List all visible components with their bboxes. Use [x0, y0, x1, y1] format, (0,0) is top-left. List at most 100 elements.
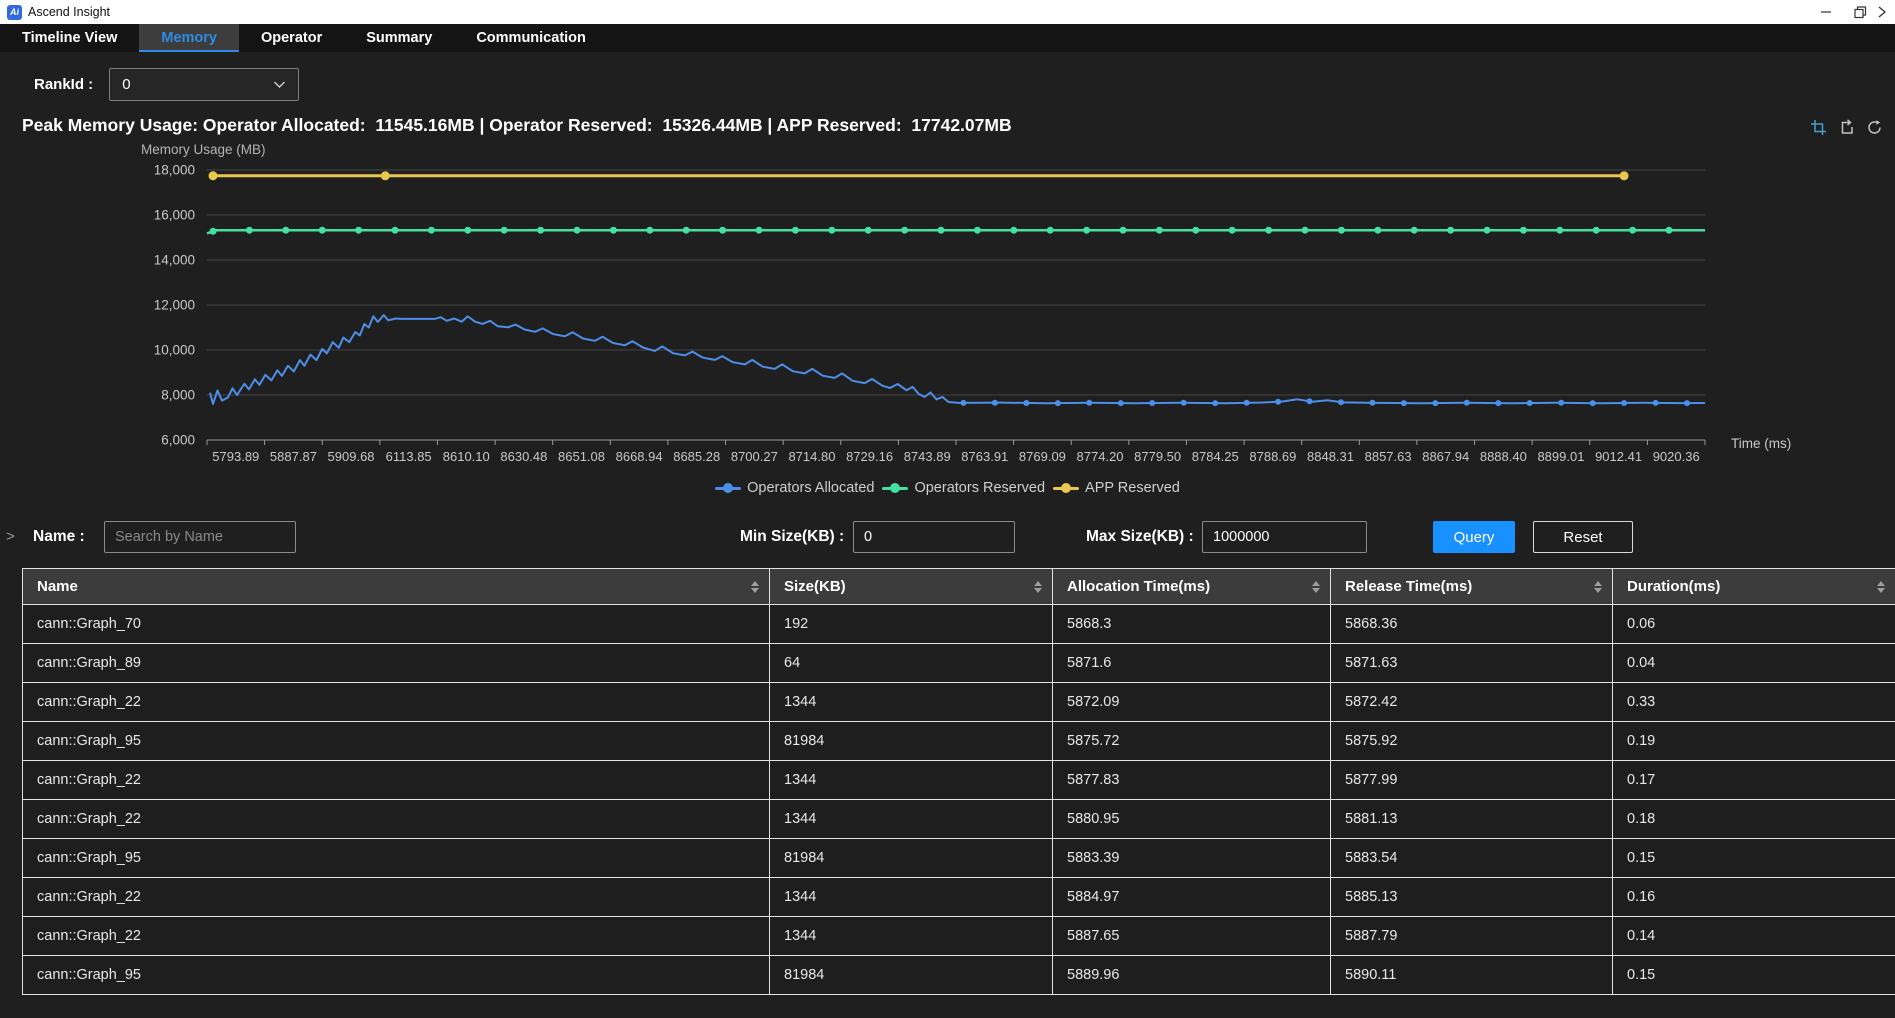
svg-text:12,000: 12,000 [154, 298, 195, 313]
svg-text:8763.91: 8763.91 [961, 449, 1008, 464]
legend-app-reserved[interactable]: APP Reserved [1053, 480, 1180, 496]
table-cell: cann::Graph_70 [22, 604, 770, 644]
sort-icon[interactable] [751, 580, 759, 593]
min-size-input[interactable] [853, 521, 1015, 553]
name-search-input[interactable] [104, 521, 296, 553]
memory-usage-chart-svg: 6,000 8,000 10,000 12,000 14,000 16,000 18,000… [141, 142, 1791, 464]
svg-text:8788.69: 8788.69 [1249, 449, 1296, 464]
legend-marker-allocated [715, 483, 742, 493]
tab-operator[interactable]: Operator [239, 24, 344, 52]
legend-operators-allocated[interactable]: Operators Allocated [715, 480, 874, 496]
svg-text:8,000: 8,000 [161, 388, 195, 403]
name-filter-label: Name : [33, 528, 85, 545]
zoom-back-icon[interactable] [1837, 118, 1855, 136]
svg-text:8867.94: 8867.94 [1422, 449, 1469, 464]
table-row: cann::Graph_89 64 5871.6 5871.63 0.04 [22, 643, 1895, 683]
table-cell: 64 [769, 643, 1053, 683]
column-header-allocation-time[interactable]: Allocation Time(ms) [1052, 568, 1331, 605]
table-cell: 1344 [769, 877, 1053, 917]
table-cell: 0.18 [1612, 799, 1895, 839]
tab-summary[interactable]: Summary [344, 24, 454, 52]
svg-text:14,000: 14,000 [154, 253, 195, 268]
svg-text:8610.10: 8610.10 [443, 449, 490, 464]
column-header-size[interactable]: Size(KB) [769, 568, 1053, 605]
memory-table: Name Size(KB) Allocation Time(ms) Releas… [22, 568, 1895, 995]
table-cell: 5871.63 [1330, 643, 1613, 683]
svg-text:8714.80: 8714.80 [788, 449, 835, 464]
table-cell: 5887.65 [1052, 916, 1331, 956]
column-header-name[interactable]: Name [22, 568, 770, 605]
svg-text:6,000: 6,000 [161, 433, 195, 448]
svg-text:5887.87: 5887.87 [270, 449, 317, 464]
svg-text:8685.28: 8685.28 [673, 449, 720, 464]
zoom-select-icon[interactable] [1809, 118, 1827, 136]
legend-label-app: APP Reserved [1085, 480, 1180, 496]
table-cell: 81984 [769, 721, 1053, 761]
table-cell: cann::Graph_95 [22, 721, 770, 761]
svg-text:8848.31: 8848.31 [1307, 449, 1354, 464]
tab-timeline-view[interactable]: Timeline View [0, 24, 139, 52]
svg-text:8700.27: 8700.27 [731, 449, 778, 464]
app-window: Ai Ascend Insight Timeline View Memory O… [0, 0, 1895, 1018]
tab-communication[interactable]: Communication [454, 24, 608, 52]
table-cell: cann::Graph_22 [22, 877, 770, 917]
column-header-duration[interactable]: Duration(ms) [1612, 568, 1895, 605]
close-button[interactable] [1877, 0, 1895, 24]
legend-marker-reserved [882, 483, 909, 493]
restore-icon[interactable] [1865, 118, 1883, 136]
table-cell: 81984 [769, 955, 1053, 995]
sort-icon[interactable] [1034, 580, 1042, 593]
table-row: cann::Graph_22 1344 5872.09 5872.42 0.33 [22, 682, 1895, 722]
minimize-icon [1821, 11, 1831, 13]
table-cell: 1344 [769, 916, 1053, 956]
svg-text:Memory Usage (MB): Memory Usage (MB) [141, 142, 266, 157]
svg-text:18,000: 18,000 [154, 163, 195, 178]
svg-text:6113.85: 6113.85 [386, 449, 432, 464]
table-row: cann::Graph_95 81984 5883.39 5883.54 0.15 [22, 838, 1895, 878]
svg-text:8784.25: 8784.25 [1192, 449, 1239, 464]
table-cell: 5881.13 [1330, 799, 1613, 839]
table-row: cann::Graph_95 81984 5875.72 5875.92 0.19 [22, 721, 1895, 761]
peak-memory-summary: Peak Memory Usage: Operator Allocated: 1… [22, 115, 1012, 135]
legend-operators-reserved[interactable]: Operators Reserved [882, 480, 1045, 496]
reset-button[interactable]: Reset [1533, 521, 1633, 553]
table-cell: 0.19 [1612, 721, 1895, 761]
table-cell: 5890.11 [1330, 955, 1613, 995]
table-cell: 5871.6 [1052, 643, 1331, 683]
svg-text:8857.63: 8857.63 [1365, 449, 1412, 464]
tab-memory[interactable]: Memory [139, 24, 239, 52]
svg-text:9020.36: 9020.36 [1653, 449, 1700, 464]
table-cell: 0.06 [1612, 604, 1895, 644]
table-cell: cann::Graph_95 [22, 955, 770, 995]
legend-marker-app [1053, 483, 1080, 493]
table-cell: cann::Graph_22 [22, 799, 770, 839]
table-cell: 0.14 [1612, 916, 1895, 956]
table-body: cann::Graph_70 192 5868.3 5868.36 0.06 cann::… [22, 604, 1895, 995]
table-row: cann::Graph_22 1344 5887.65 5887.79 0.14 [22, 916, 1895, 956]
svg-text:10,000: 10,000 [154, 343, 195, 358]
legend-label-allocated: Operators Allocated [747, 480, 875, 496]
chart-legend: Operators Allocated Operators Reserved A… [0, 480, 1895, 496]
expand-panel-chevron-icon[interactable]: > [6, 528, 15, 545]
rankid-select[interactable]: 0 [109, 68, 300, 101]
chevron-down-icon [273, 76, 286, 93]
table-cell: 5872.09 [1052, 682, 1331, 722]
restore-button[interactable] [1843, 0, 1877, 24]
svg-text:5909.68: 5909.68 [328, 449, 375, 464]
titlebar: Ai Ascend Insight [0, 0, 1895, 24]
minimize-button[interactable] [1809, 0, 1843, 24]
table-row: cann::Graph_95 81984 5889.96 5890.11 0.15 [22, 955, 1895, 995]
column-header-release-time[interactable]: Release Time(ms) [1330, 568, 1613, 605]
sort-icon[interactable] [1594, 580, 1602, 593]
sort-icon[interactable] [1312, 580, 1320, 593]
table-cell: 5880.95 [1052, 799, 1331, 839]
rankid-label: RankId : [34, 76, 94, 93]
series-operators-reserved [206, 226, 1705, 235]
table-cell: 5887.79 [1330, 916, 1613, 956]
series-operators-allocated [209, 314, 1706, 407]
svg-text:8651.08: 8651.08 [558, 449, 605, 464]
max-size-input[interactable] [1202, 521, 1367, 553]
table-cell: 5883.39 [1052, 838, 1331, 878]
sort-icon[interactable] [1877, 580, 1885, 593]
query-button[interactable]: Query [1433, 521, 1515, 553]
